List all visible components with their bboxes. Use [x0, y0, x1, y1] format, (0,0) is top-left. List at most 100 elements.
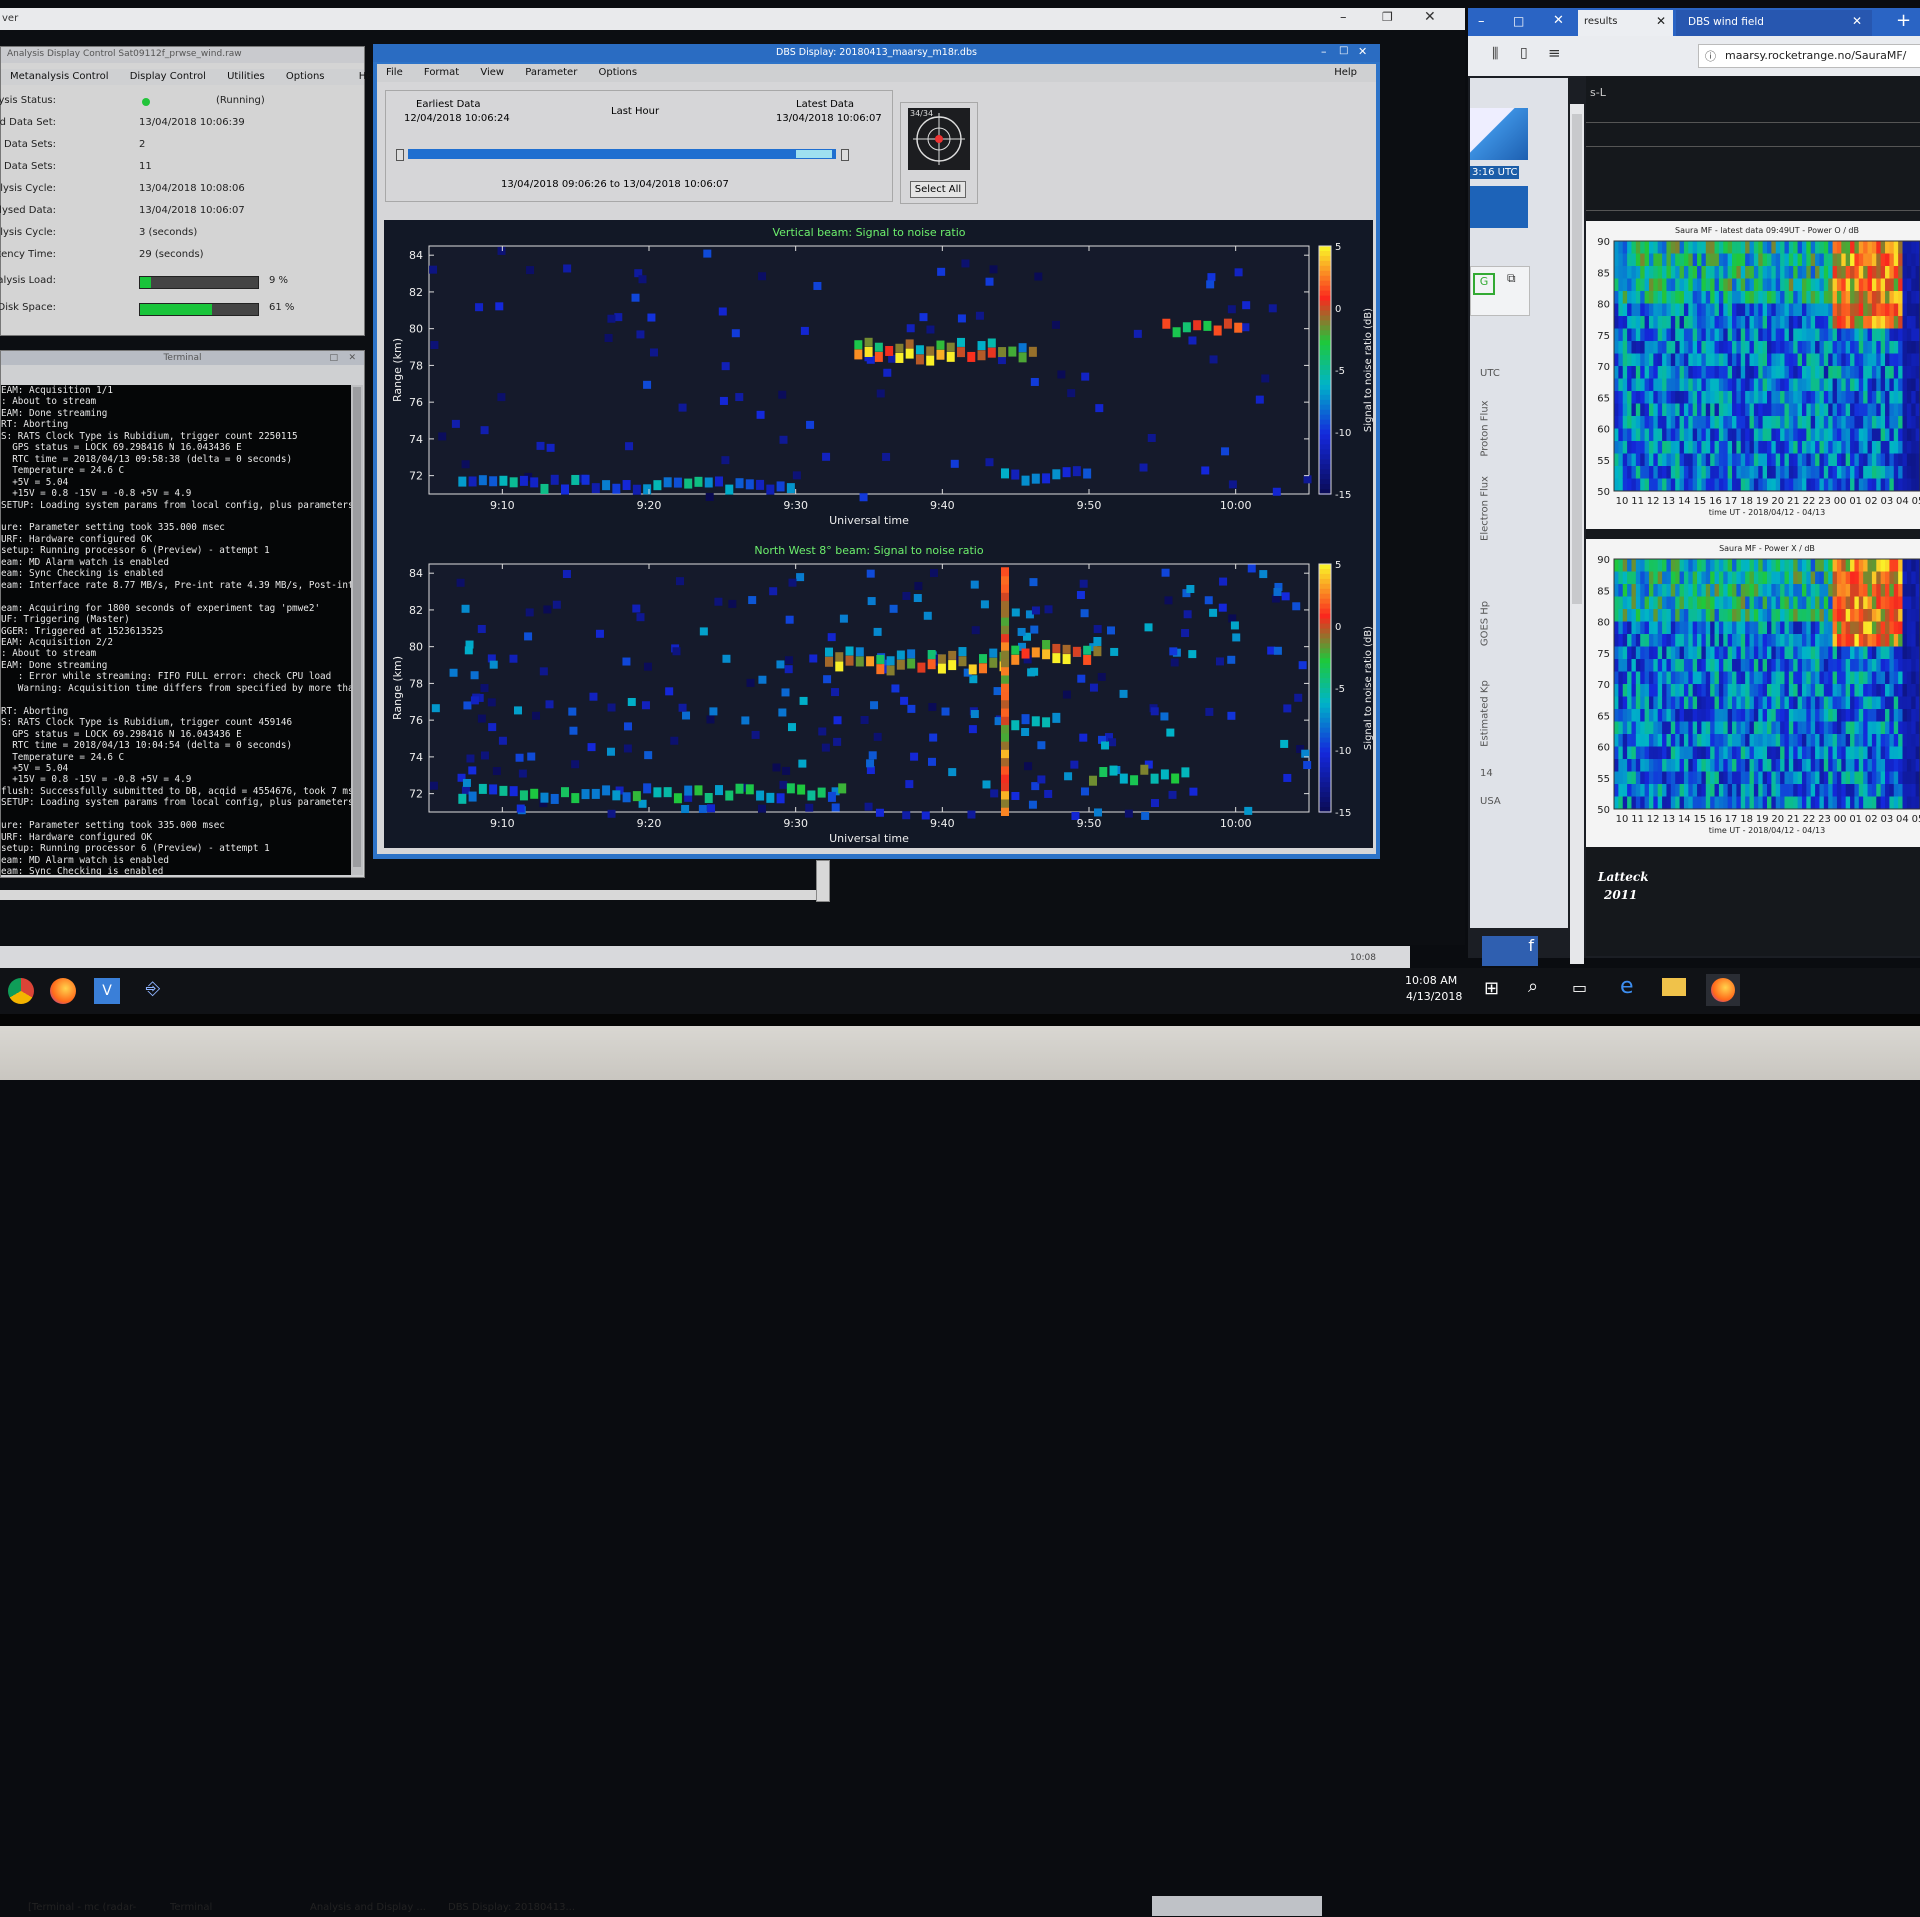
dbs-menu-file[interactable]: File	[386, 67, 403, 78]
mf-cell	[1662, 784, 1667, 797]
task-view-icon[interactable]: ▭	[1572, 978, 1587, 997]
tab-results[interactable]: results ✕	[1578, 10, 1673, 36]
terminal-close-icon[interactable]: ✕	[348, 351, 356, 365]
noise-cell	[870, 701, 879, 710]
dbs-menu-options[interactable]: Options	[599, 67, 638, 78]
noise-cell	[456, 578, 465, 587]
mf-cell	[1683, 453, 1689, 467]
minimize-icon[interactable]: –	[1340, 10, 1347, 25]
browser-close-icon[interactable]: ✕	[1553, 13, 1564, 28]
y-tick-label: 84	[409, 567, 423, 580]
mf-cell	[1648, 316, 1654, 329]
dbs-maximize-icon[interactable]: □	[1339, 45, 1348, 56]
browser-maximize-icon[interactable]: □	[1513, 14, 1524, 28]
range-right-handle[interactable]	[841, 149, 849, 161]
range-slider-handle[interactable]	[796, 150, 832, 158]
mf-cell	[1635, 584, 1641, 597]
mf-cell	[1801, 341, 1807, 354]
restore-icon[interactable]: ❐	[1382, 10, 1393, 24]
dbs-close-icon[interactable]: ✕	[1358, 45, 1367, 58]
heatmap-plot: North West 8° beam: Signal to noise rati…	[391, 544, 1374, 845]
menu-icon[interactable]: ≡	[1548, 44, 1561, 62]
tab-dbs-wind-field[interactable]: DBS wind field ✕	[1676, 10, 1872, 36]
mf-cell	[1635, 328, 1641, 342]
chrome-icon[interactable]	[8, 978, 34, 1004]
select-all-button[interactable]: Select All	[910, 181, 966, 198]
mf-cell	[1858, 266, 1864, 279]
search-icon[interactable]: ⌕	[1528, 976, 1538, 997]
horizontal-scrollbar[interactable]	[0, 890, 830, 900]
library-icon[interactable]: ⫼	[1492, 46, 1498, 62]
workspace-pager[interactable]	[1152, 1896, 1322, 1916]
sidebar-icon[interactable]: ▯	[1520, 45, 1528, 61]
popout-icon[interactable]: ⧉	[1507, 271, 1516, 286]
range-left-handle[interactable]	[396, 149, 404, 161]
dbs-menu-help[interactable]: Help	[1334, 64, 1357, 82]
menu-item[interactable]: Options	[286, 71, 325, 82]
mf-cell	[1793, 403, 1799, 417]
windows-start-icon[interactable]: ⊞	[1484, 978, 1499, 999]
new-tab-icon[interactable]: +	[1896, 10, 1911, 31]
terminal-scroll-thumb[interactable]	[353, 387, 361, 867]
range-slider[interactable]	[408, 149, 836, 159]
mf-cell	[1771, 428, 1777, 442]
mf-cell	[1780, 391, 1785, 404]
menu-item[interactable]: Metanalysis Control	[10, 71, 109, 82]
mf-cell	[1902, 784, 1908, 797]
tab-close-icon[interactable]: ✕	[1852, 14, 1862, 28]
network-icon[interactable]: ⎆	[140, 978, 166, 1004]
firefox-taskbar-icon[interactable]	[1706, 974, 1740, 1006]
taskbar-time[interactable]: 10:08 AM	[1405, 974, 1457, 987]
file-explorer-icon[interactable]	[1662, 978, 1686, 996]
mf-cell	[1640, 466, 1646, 479]
mf-cell	[1614, 478, 1619, 492]
tab-close-icon[interactable]: ✕	[1656, 14, 1666, 28]
echo-cell	[561, 787, 569, 798]
info-icon[interactable]: ⓘ	[1705, 48, 1716, 64]
task-analysis-display[interactable]: Analysis and Display ...	[310, 1899, 426, 1917]
mf-cell	[1810, 671, 1816, 685]
vnc-icon[interactable]: V	[94, 978, 120, 1004]
dbs-menu-parameter[interactable]: Parameter	[525, 67, 577, 78]
noise-cell	[719, 396, 728, 405]
noise-cell	[906, 324, 915, 333]
side-widget[interactable]: G ⧉	[1470, 266, 1530, 316]
task-dbs-display[interactable]: DBS Display: 20180413...	[448, 1899, 575, 1917]
scroll-knob[interactable]	[816, 860, 830, 902]
task-terminal[interactable]: Terminal	[170, 1899, 212, 1917]
firefox-icon[interactable]	[50, 978, 76, 1004]
side-scroll-thumb[interactable]	[1572, 114, 1582, 604]
mf-cell	[1705, 671, 1711, 685]
mf-cell	[1736, 328, 1742, 342]
mf-cell	[1911, 659, 1917, 672]
menu-item[interactable]: Utilities	[227, 71, 265, 82]
menu-item[interactable]: Display Control	[130, 71, 206, 82]
mf-cell	[1775, 621, 1781, 635]
range-text: 13/04/2018 09:06:26 to 13/04/2018 10:06:…	[501, 179, 729, 190]
mf-cell	[1753, 559, 1759, 572]
edge-icon[interactable]: e	[1620, 974, 1634, 999]
dbs-minimize-icon[interactable]: –	[1321, 45, 1327, 58]
side-scrollbar[interactable]	[1570, 104, 1584, 964]
beam-compass[interactable]: 34/34	[908, 108, 970, 170]
mf-cell	[1885, 316, 1890, 329]
mf-cell	[1801, 303, 1807, 317]
task-terminal-mc[interactable]: [Terminal - mc (radar-	[28, 1899, 136, 1917]
terminal-scrollbar[interactable]	[351, 385, 363, 875]
analysis-control-window: Analysis Display Control Sat09112f_prwse…	[0, 46, 382, 336]
close-icon[interactable]: ✕	[1424, 9, 1436, 25]
taskbar-date[interactable]: 4/13/2018	[1406, 990, 1462, 1003]
mf-cell	[1618, 478, 1624, 492]
mf-cell	[1854, 746, 1860, 760]
dbs-menu-view[interactable]: View	[480, 67, 504, 78]
address-bar[interactable]: ⓘ maarsy.rocketrange.no/SauraMF/	[1698, 44, 1920, 68]
dbs-menu-format[interactable]: Format	[424, 67, 459, 78]
terminal-max-icon[interactable]: □	[329, 351, 338, 365]
terminal-output[interactable]: EAM: Acquisition 1/1: About to stream EAM…	[1, 385, 351, 875]
facebook-button[interactable]: f	[1482, 936, 1538, 966]
mf-cell	[1618, 634, 1624, 647]
address-text[interactable]: maarsy.rocketrange.no/SauraMF/	[1725, 49, 1906, 62]
mf-cell	[1749, 684, 1755, 697]
browser-minimize-icon[interactable]: –	[1478, 14, 1485, 29]
noise-cell	[997, 356, 1006, 365]
